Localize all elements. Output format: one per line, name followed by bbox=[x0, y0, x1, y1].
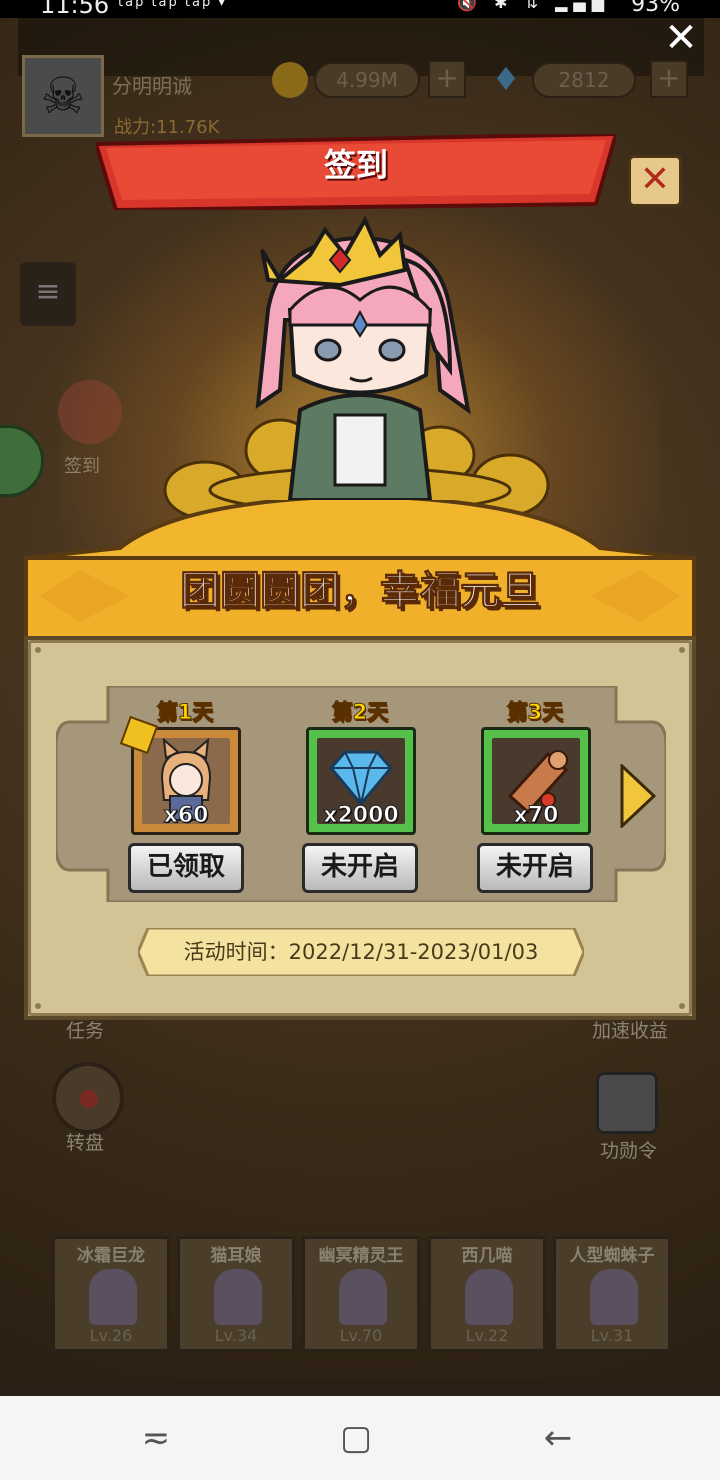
hero-name: 西几喵 bbox=[461, 1246, 513, 1266]
hero-card[interactable]: 人型蜘蛛子 Lv.31 bbox=[553, 1236, 671, 1352]
popup-subtitle: 团圆圆团，幸福元旦 bbox=[180, 568, 541, 615]
merit-icon[interactable] bbox=[596, 1072, 658, 1134]
status-time: 11:56 bbox=[40, 0, 110, 18]
hero-level: Lv.26 bbox=[89, 1326, 133, 1345]
claim-button[interactable]: 已领取 bbox=[128, 843, 244, 893]
panel-rivet bbox=[679, 1003, 685, 1009]
panel-rivet bbox=[679, 647, 685, 653]
event-time-text: 活动时间：2022/12/31-2023/01/03 bbox=[183, 940, 539, 964]
back-icon[interactable]: ← bbox=[536, 1416, 580, 1460]
reward-slot[interactable]: x70 bbox=[481, 727, 591, 835]
hero-name: 冰霜巨龙 bbox=[77, 1246, 145, 1266]
panel-rivet bbox=[35, 647, 41, 653]
gem-icon: ♦ bbox=[491, 60, 521, 98]
hero-name: 猫耳娘 bbox=[210, 1246, 262, 1266]
hero-figure-icon bbox=[590, 1269, 638, 1325]
player-avatar[interactable]: ☠ bbox=[22, 55, 104, 137]
add-gems-button[interactable]: + bbox=[650, 60, 688, 98]
player-name: 分明明诚 bbox=[112, 74, 192, 98]
notification-icons: tap tap tap ▾ bbox=[118, 0, 227, 10]
wheel-icon[interactable] bbox=[52, 1062, 124, 1134]
hero-illustration bbox=[163, 215, 550, 520]
popup-close-button[interactable]: ✕ bbox=[628, 155, 682, 207]
add-gold-button[interactable]: + bbox=[428, 60, 466, 98]
day-label: 第3天 bbox=[506, 700, 564, 725]
merit-label[interactable]: 功勋令 bbox=[600, 1136, 657, 1163]
panel-rivet bbox=[35, 1003, 41, 1009]
reward-quantity: x60 bbox=[163, 803, 209, 829]
reward-quantity: x2000 bbox=[323, 803, 399, 829]
recent-apps-icon[interactable]: ≂ bbox=[134, 1416, 178, 1460]
not-open-button[interactable]: 未开启 bbox=[477, 843, 593, 893]
gold-coin-icon bbox=[272, 62, 308, 98]
game-bottom-tabs bbox=[0, 1380, 720, 1396]
gold-amount: 4.99M bbox=[314, 62, 420, 98]
hero-figure-icon bbox=[214, 1269, 262, 1325]
hero-level: Lv.34 bbox=[214, 1326, 258, 1345]
screen: 11:56 tap tap tap ▾ 🔇 ✱ ⇅ ▂▄▆ 93% ✕ ☠ 分明… bbox=[0, 0, 720, 1480]
day-label: 第2天 bbox=[331, 700, 389, 725]
hero-figure-icon bbox=[89, 1269, 137, 1325]
battery-level: 93% bbox=[631, 0, 680, 17]
home-icon[interactable]: ▢ bbox=[334, 1416, 378, 1460]
android-nav-bar: ≂ ▢ ← bbox=[0, 1396, 720, 1480]
next-arrow-icon[interactable] bbox=[620, 764, 656, 828]
hero-name: 人型蜘蛛子 bbox=[569, 1246, 655, 1266]
system-icons: 🔇 ✱ ⇅ ▂▄▆ bbox=[457, 0, 610, 12]
reward-quantity: x70 bbox=[513, 803, 559, 829]
status-bar: 11:56 tap tap tap ▾ 🔇 ✱ ⇅ ▂▄▆ 93% bbox=[0, 0, 720, 18]
hero-card[interactable]: 猫耳娘 Lv.34 bbox=[177, 1236, 295, 1352]
not-open-button[interactable]: 未开启 bbox=[302, 843, 418, 893]
hero-card[interactable]: 冰霜巨龙 Lv.26 bbox=[52, 1236, 170, 1352]
hero-level: Lv.70 bbox=[339, 1326, 383, 1345]
hero-level: Lv.31 bbox=[590, 1326, 634, 1345]
hero-level: Lv.22 bbox=[465, 1326, 509, 1345]
hero-card[interactable]: 西几喵 Lv.22 bbox=[428, 1236, 546, 1352]
popup-title: 签到 bbox=[323, 146, 388, 184]
hero-card[interactable]: 幽冥精灵王 Lv.70 bbox=[302, 1236, 420, 1352]
reward-slot[interactable]: x2000 bbox=[306, 727, 416, 835]
wheel-label[interactable]: 转盘 bbox=[66, 1128, 104, 1155]
hero-figure-icon bbox=[465, 1269, 513, 1325]
gem-amount: 2812 bbox=[532, 62, 636, 98]
hero-name: 幽冥精灵王 bbox=[318, 1246, 404, 1266]
close-overlay-icon[interactable]: ✕ bbox=[664, 18, 698, 58]
hero-figure-icon bbox=[339, 1269, 387, 1325]
